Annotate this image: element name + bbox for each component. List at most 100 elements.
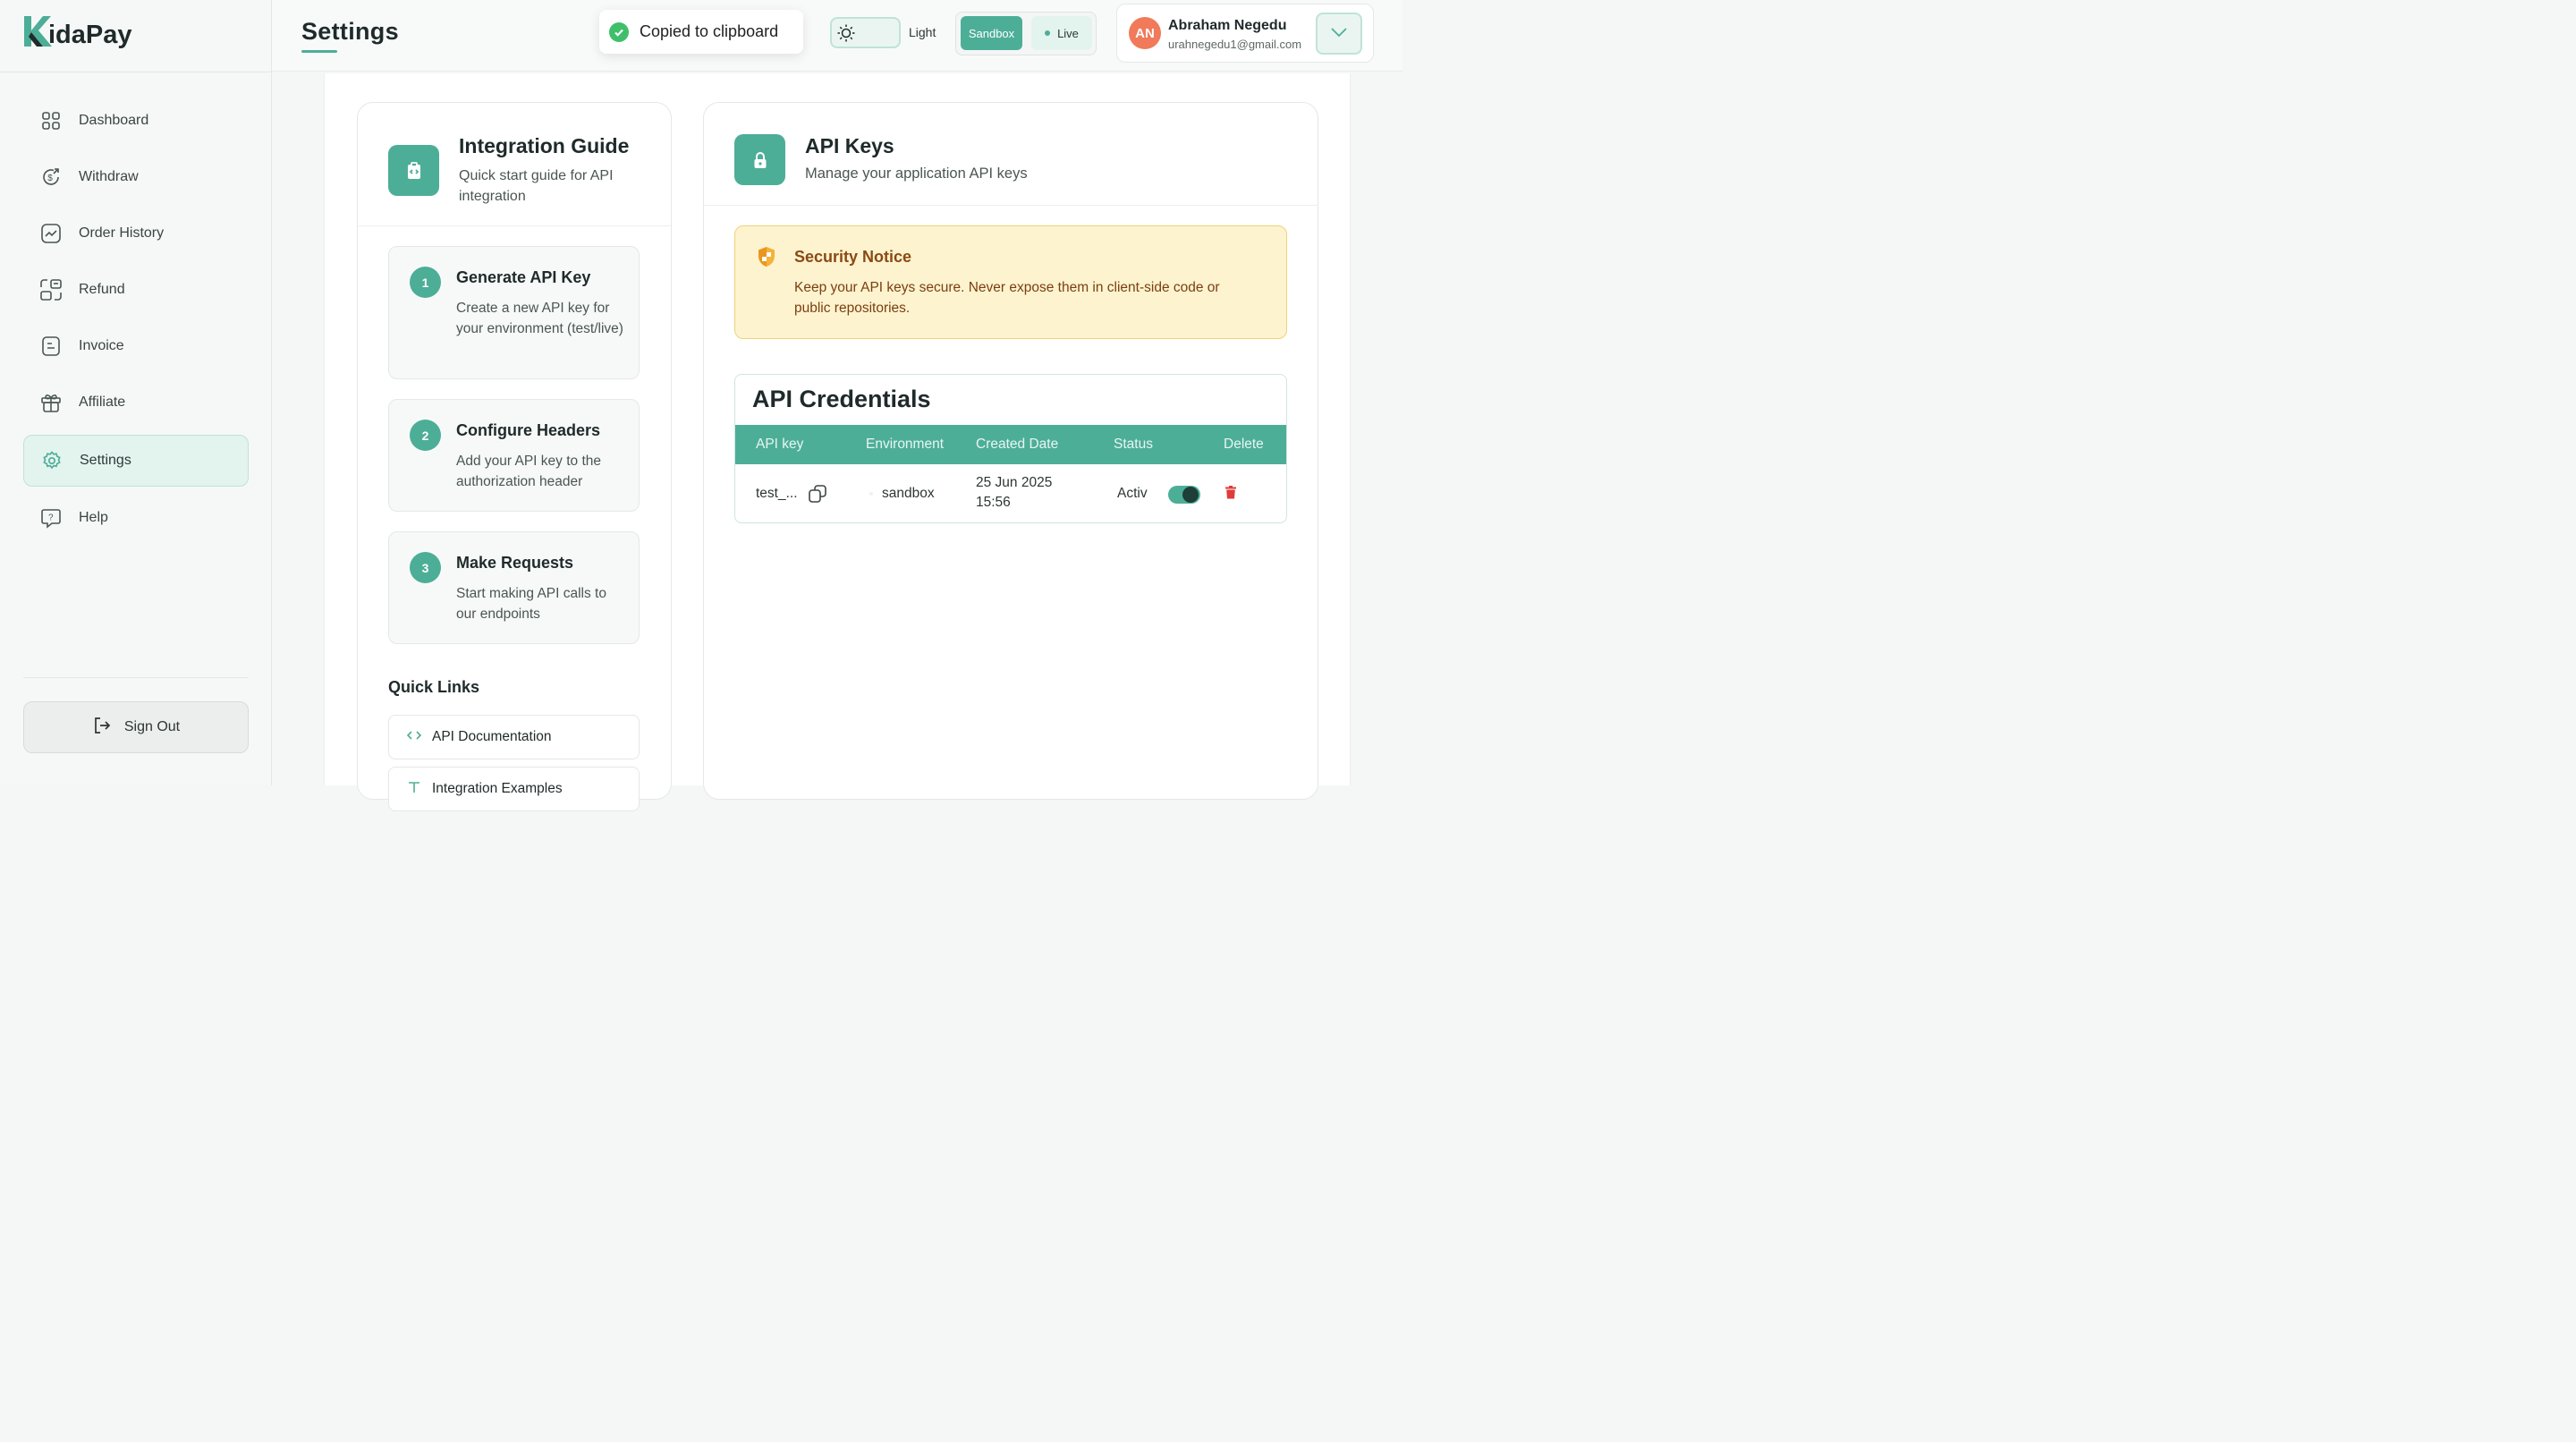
environment-dot [869, 492, 873, 496]
title-underline [301, 50, 337, 53]
clipboard-code-icon [388, 145, 439, 196]
sidebar-item-refund[interactable]: Refund [23, 264, 249, 316]
toast-notification: Copied to clipboard [599, 10, 803, 54]
sidebar: idaPay Dashboard $ Withdraw Order Histor… [0, 0, 272, 785]
invoice-icon [23, 335, 79, 357]
sidebar-item-label: Help [79, 510, 108, 525]
quick-link-label: Integration Examples [432, 781, 563, 796]
api-key-value: test_... [756, 486, 798, 501]
sidebar-item-label: Settings [80, 453, 131, 468]
sidebar-item-label: Affiliate [79, 394, 126, 410]
step-description: Create a new API key for your environmen… [456, 301, 623, 336]
created-time: 15:56 [976, 495, 1011, 510]
status-toggle[interactable] [1168, 486, 1200, 504]
trash-icon[interactable] [1225, 486, 1236, 504]
toast-message: Copied to clipboard [640, 22, 779, 40]
toggle-knob [1182, 487, 1199, 503]
guide-title: Integration Guide [459, 134, 630, 157]
chart-line-icon [23, 223, 79, 244]
column-header: Status [1114, 437, 1153, 452]
quick-links-title: Quick Links [388, 678, 480, 696]
step-number: 3 [410, 552, 441, 583]
step-title: Make Requests [456, 554, 574, 572]
guide-subtitle: Quick start guide for API integration [459, 168, 614, 204]
quick-link-label: API Documentation [432, 729, 552, 744]
divider [357, 225, 672, 226]
check-circle-icon [609, 21, 629, 42]
sidebar-item-invoice[interactable]: Invoice [23, 320, 249, 372]
code-icon [406, 729, 422, 745]
page-title: Settings [301, 18, 399, 45]
step-title: Configure Headers [456, 421, 601, 439]
divider [703, 205, 1318, 206]
divider [23, 677, 249, 678]
status-label: Activ [1117, 486, 1148, 501]
user-menu[interactable]: AN Abraham Negedu urahnegedu1@gmail.com [1116, 4, 1374, 63]
environment-switch: Sandbox Live [955, 12, 1097, 55]
sign-out-label: Sign Out [123, 719, 181, 734]
sidebar-item-label: Withdraw [79, 169, 139, 184]
environment-value: sandbox [882, 486, 935, 501]
sidebar-item-order-history[interactable]: Order History [23, 208, 249, 259]
created-date: 25 Jun 2025 [976, 475, 1053, 490]
copy-icon[interactable] [808, 484, 827, 508]
svg-text:$: $ [47, 174, 53, 183]
env-live-button[interactable]: Live [1031, 16, 1092, 50]
step-number: 2 [410, 420, 441, 451]
user-email: urahnegedu1@gmail.com [1168, 38, 1302, 51]
env-sandbox-button[interactable]: Sandbox [961, 16, 1022, 50]
sidebar-item-dashboard[interactable]: Dashboard [23, 95, 249, 147]
api-keys-subtitle: Manage your application API keys [805, 165, 1028, 182]
chevron-down-icon [1330, 26, 1348, 42]
lock-icon [734, 134, 785, 185]
theme-toggle[interactable] [830, 17, 901, 48]
sidebar-item-label: Order History [79, 225, 165, 241]
logout-icon [92, 716, 112, 740]
table-header: API key Environment Created Date Status … [735, 425, 1286, 464]
quick-link-integration-examples[interactable]: Integration Examples [388, 767, 640, 811]
sidebar-item-settings[interactable]: Settings [23, 435, 249, 487]
sidebar-item-help[interactable]: ? Help [23, 492, 249, 544]
grid-icon [23, 111, 79, 131]
sidebar-item-withdraw[interactable]: $ Withdraw [23, 151, 249, 203]
step-number: 1 [410, 267, 441, 298]
dollar-cycle-icon: $ [23, 166, 79, 188]
svg-text:?: ? [48, 513, 54, 523]
column-header: Delete [1224, 437, 1264, 452]
book-icon [407, 781, 421, 798]
notice-title: Security Notice [794, 248, 912, 266]
avatar: AN [1129, 17, 1161, 49]
svg-text:idaPay: idaPay [48, 21, 132, 49]
sun-icon [835, 21, 857, 44]
help-bubble-icon: ? [23, 507, 79, 529]
column-header: API key [756, 437, 804, 452]
guide-step: 3 Make Requests Start making API calls t… [388, 531, 640, 644]
sign-out-button[interactable]: Sign Out [23, 701, 249, 753]
sidebar-item-label: Dashboard [79, 113, 149, 128]
gear-icon [24, 450, 80, 471]
step-description: Start making API calls to our endpoints [456, 586, 606, 622]
step-title: Generate API Key [456, 268, 591, 286]
security-notice: Security Notice Keep your API keys secur… [734, 225, 1287, 339]
sidebar-item-affiliate[interactable]: Affiliate [23, 377, 249, 428]
credentials-title: API Credentials [752, 386, 931, 412]
user-dropdown-button[interactable] [1316, 13, 1362, 55]
gift-icon [23, 392, 79, 413]
refund-icon [23, 278, 79, 301]
sidebar-item-label: Refund [79, 282, 125, 297]
api-credentials-table: API Credentials API key Environment Crea… [734, 374, 1287, 523]
shield-icon [757, 246, 776, 272]
column-header: Created Date [976, 437, 1059, 452]
kidapay-logo[interactable]: idaPay [21, 13, 147, 54]
column-header: Environment [866, 437, 945, 452]
guide-step: 2 Configure Headers Add your API key to … [388, 399, 640, 512]
theme-label: Light [909, 25, 936, 39]
env-live-label: Live [1057, 26, 1079, 40]
api-keys-title: API Keys [805, 134, 894, 157]
status-dot [1045, 30, 1051, 36]
notice-text: Keep your API keys secure. Never expose … [794, 280, 1220, 316]
guide-step: 1 Generate API Key Create a new API key … [388, 246, 640, 379]
sidebar-item-label: Invoice [79, 338, 124, 353]
step-description: Add your API key to the authorization he… [456, 454, 601, 489]
quick-link-api-documentation[interactable]: API Documentation [388, 715, 640, 759]
